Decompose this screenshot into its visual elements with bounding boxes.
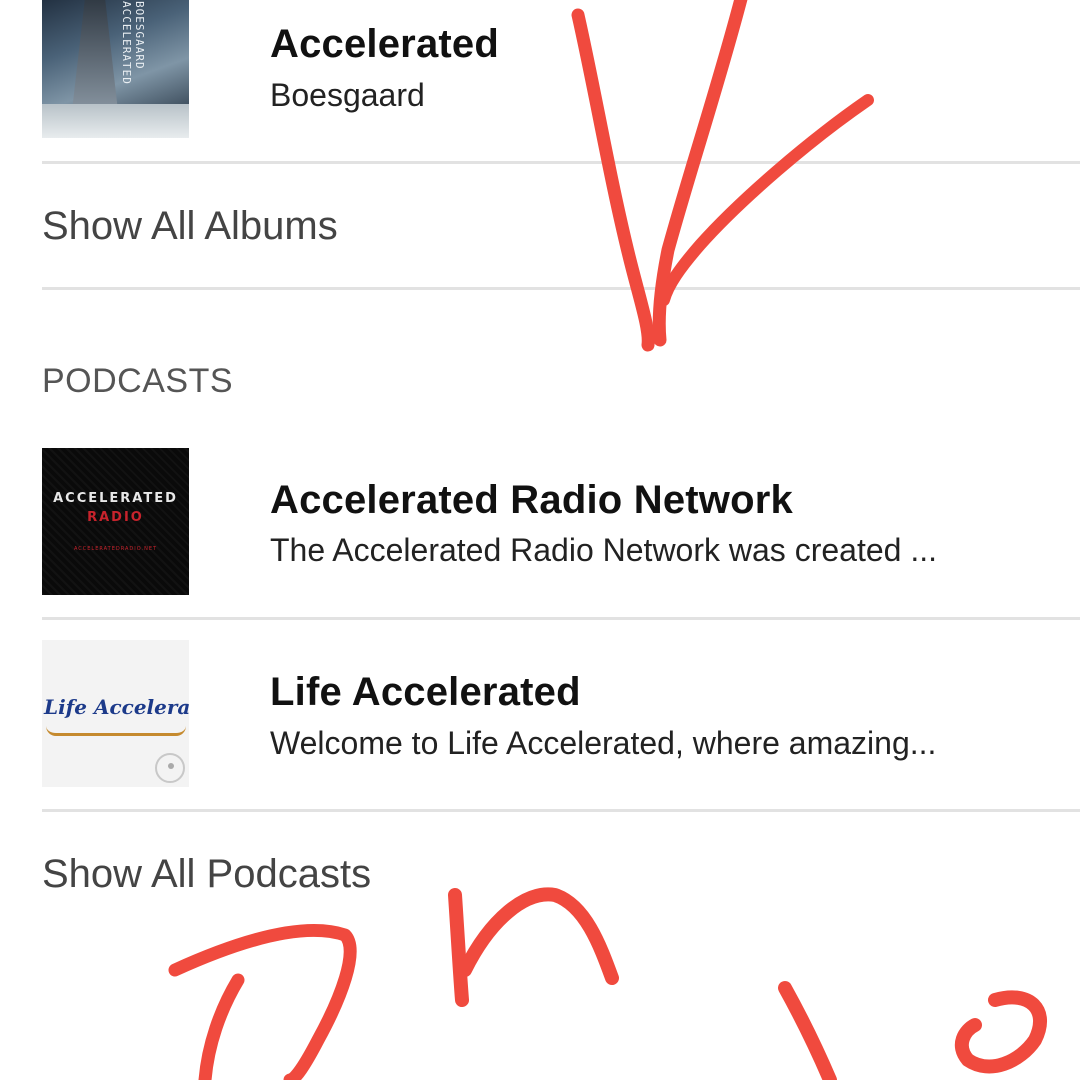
album-row-accelerated[interactable]: BOESGAARD ACCELERATED Accelerated Boesga… bbox=[0, 0, 1080, 160]
artwork-ground-shape bbox=[42, 104, 189, 138]
podcast-row-life-accelerated[interactable]: Life Accelerated Life Accelerated Welcom… bbox=[0, 620, 1080, 810]
divider bbox=[42, 287, 1080, 290]
ink-stroke bbox=[168, 923, 357, 1080]
artwork-text: ACCELERATED bbox=[53, 491, 178, 506]
artwork-text: Life Accelerated bbox=[44, 695, 189, 719]
podcast-artwork: Life Accelerated bbox=[42, 640, 189, 787]
artwork-swoosh-shape bbox=[46, 726, 186, 736]
divider bbox=[42, 809, 1080, 812]
show-all-podcasts-link[interactable]: Show All Podcasts bbox=[42, 852, 371, 897]
podcast-description: The Accelerated Radio Network was create… bbox=[270, 532, 937, 568]
ink-stroke bbox=[198, 973, 245, 1080]
ink-stroke bbox=[954, 990, 1047, 1074]
artwork-text: RADIO bbox=[87, 510, 144, 525]
album-artist: Boesgaard bbox=[270, 77, 425, 113]
podcast-row-accelerated-radio-network[interactable]: ACCELERATED RADIO ACCELERATEDRADIO.NET A… bbox=[0, 440, 1080, 615]
podcasts-section-title: PODCASTS bbox=[42, 362, 234, 400]
show-all-albums-link[interactable]: Show All Albums bbox=[42, 204, 338, 249]
ink-stroke bbox=[778, 981, 837, 1080]
album-artwork: BOESGAARD ACCELERATED bbox=[42, 0, 189, 138]
artwork-text: ACCELERATEDRADIO.NET bbox=[73, 546, 158, 552]
podcast-description: Welcome to Life Accelerated, where amazi… bbox=[270, 725, 937, 761]
artwork-tower-shape bbox=[72, 0, 118, 111]
album-title: Accelerated bbox=[270, 22, 499, 66]
podcast-badge-icon bbox=[155, 753, 185, 783]
podcast-title: Accelerated Radio Network bbox=[270, 478, 793, 522]
ink-stroke bbox=[458, 887, 619, 985]
ink-stroke bbox=[448, 888, 469, 1007]
artwork-text: BOESGAARD ACCELERATED bbox=[120, 1, 146, 85]
podcast-title: Life Accelerated bbox=[270, 670, 581, 714]
podcast-artwork: ACCELERATED RADIO ACCELERATEDRADIO.NET bbox=[42, 448, 189, 595]
divider bbox=[42, 161, 1080, 164]
